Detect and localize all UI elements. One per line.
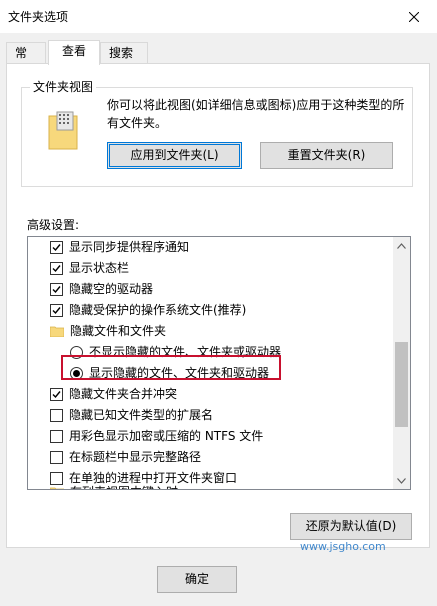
restore-defaults-button[interactable]: 还原为默认值(D) <box>290 513 412 540</box>
checkbox[interactable] <box>50 429 63 443</box>
check-icon <box>52 264 61 272</box>
tab-general[interactable]: 常规 <box>6 42 46 80</box>
scroll-thumb[interactable] <box>395 342 408 427</box>
list-item[interactable]: 隐藏文件夹合并冲突 <box>50 384 177 404</box>
check-icon <box>52 285 61 293</box>
list-item-label: 显示同步提供程序通知 <box>69 240 190 254</box>
list-item[interactable]: 显示状态栏 <box>50 258 129 278</box>
folder-options-window: 文件夹选项 常规 查看 搜索 文件夹视图 你可以将此视图(如详细信息或图标)应用… <box>0 0 437 606</box>
check-icon <box>52 390 61 398</box>
reset-folders-button[interactable]: 重置文件夹(R) <box>260 142 393 169</box>
folder-view-description: 你可以将此视图(如详细信息或图标)应用于这种类型的所有文件夹。 <box>107 98 405 130</box>
checkbox[interactable] <box>50 303 63 317</box>
scroll-up-button[interactable] <box>393 237 410 254</box>
chevron-up-icon <box>397 242 406 249</box>
list-group-header: 隐藏文件和文件夹 <box>50 321 166 341</box>
list-item[interactable]: 用彩色显示加密或压缩的 NTFS 文件 <box>50 426 263 446</box>
list-item-label: 用彩色显示加密或压缩的 NTFS 文件 <box>69 429 264 443</box>
advanced-settings-label: 高级设置: <box>27 218 80 232</box>
list-item-label: 隐藏受保护的操作系统文件(推荐) <box>69 303 247 317</box>
list-item[interactable]: 隐藏受保护的操作系统文件(推荐) <box>50 300 246 320</box>
close-button[interactable] <box>391 0 437 33</box>
check-icon <box>52 306 61 314</box>
checkbox[interactable] <box>50 450 63 464</box>
window-title: 文件夹选项 <box>8 10 69 24</box>
folder-icon <box>50 487 64 489</box>
list-item-label: 隐藏文件和文件夹 <box>70 324 167 338</box>
list-item[interactable]: 隐藏空的驱动器 <box>50 279 153 299</box>
chevron-down-icon <box>397 477 406 484</box>
folder-view-icon <box>48 111 78 150</box>
list-item-label: 隐藏已知文件类型的扩展名 <box>69 408 214 422</box>
checkbox[interactable] <box>50 387 63 401</box>
list-item-label: 在标题栏中显示完整路径 <box>69 450 202 464</box>
check-icon <box>52 243 61 251</box>
checkbox[interactable] <box>50 408 63 422</box>
checkbox[interactable] <box>50 240 63 254</box>
apply-to-folders-button[interactable]: 应用到文件夹(L) <box>107 142 242 169</box>
close-icon <box>409 11 419 22</box>
checkbox[interactable] <box>50 282 63 296</box>
ok-button[interactable]: 确定 <box>157 566 237 593</box>
watermark-text: www.jsgho.com <box>300 540 386 553</box>
tab-view[interactable]: 查看 <box>48 40 100 65</box>
list-item-label: 在列表视图中键入时 <box>70 482 178 489</box>
folder-icon <box>50 326 64 337</box>
list-item-label: 显示状态栏 <box>69 261 130 275</box>
list-item-label: 隐藏空的驱动器 <box>69 282 154 296</box>
checkbox[interactable] <box>50 261 63 275</box>
title-bar: 文件夹选项 <box>0 0 437 33</box>
list-item[interactable]: 在标题栏中显示完整路径 <box>50 447 201 467</box>
list-group-header: 在列表视图中键入时 <box>50 482 178 489</box>
highlight-annotation <box>61 355 281 380</box>
list-scrollbar[interactable] <box>393 237 410 489</box>
list-item[interactable]: 隐藏已知文件类型的扩展名 <box>50 405 213 425</box>
folder-view-label: 文件夹视图 <box>30 78 97 95</box>
list-item[interactable]: 显示同步提供程序通知 <box>50 237 189 257</box>
scroll-down-button[interactable] <box>393 472 410 489</box>
tab-search[interactable]: 搜索 <box>100 42 148 64</box>
list-item-label: 隐藏文件夹合并冲突 <box>69 387 178 401</box>
